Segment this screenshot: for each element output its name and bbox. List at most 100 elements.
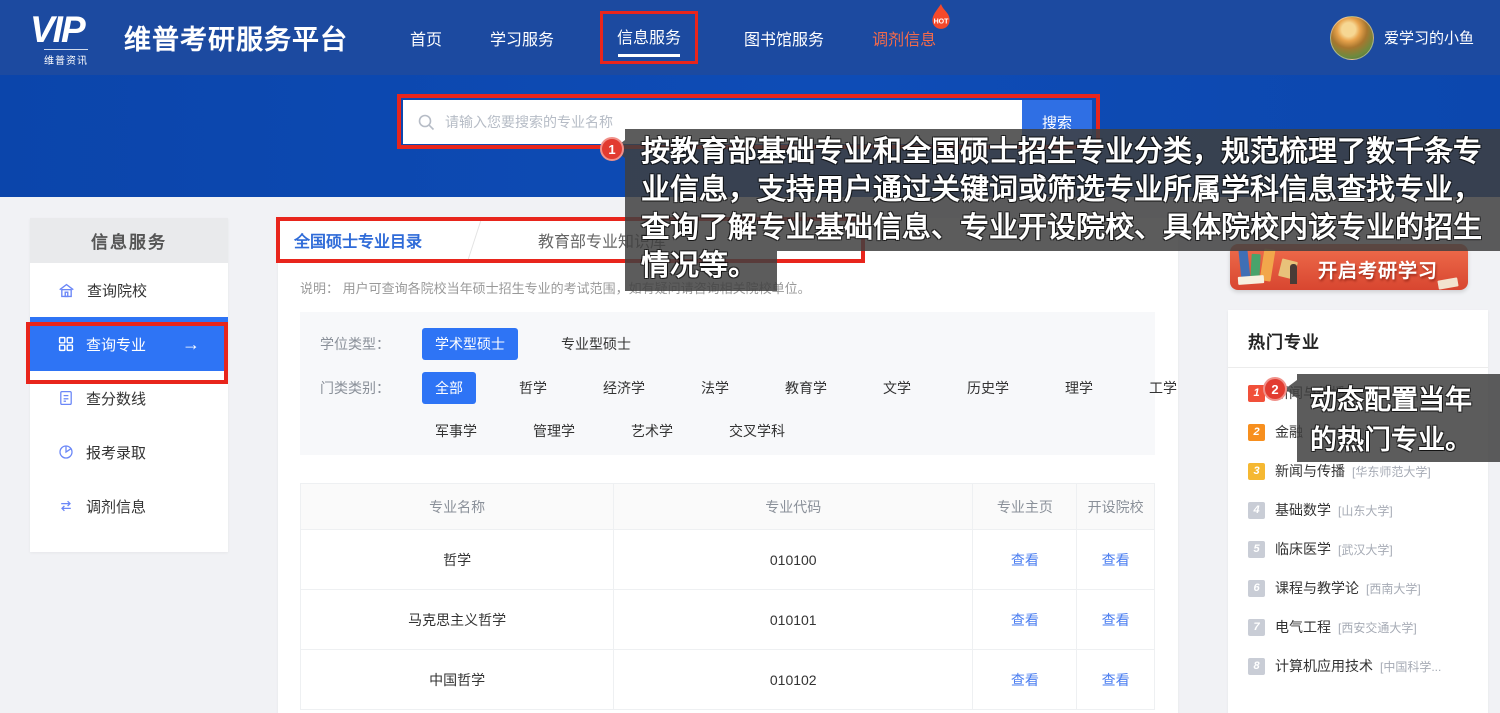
filter-category[interactable]: 理学: [1052, 372, 1106, 404]
sidebar-title: 信息服务: [30, 218, 228, 263]
rank-badge: 6: [1248, 580, 1265, 597]
annotation-tooltip-1-text: 按教育部基础专业和全国硕士招生专业分类，规范梳理了数千条专业信息，支持用户通过关…: [641, 133, 1491, 285]
annotation-badge-1: 1: [600, 137, 624, 161]
hot-major-name: 基础数学: [1275, 500, 1331, 520]
hot-major-school: [中国科学...: [1380, 658, 1441, 675]
degree-type-filter: 学位类型： 学术型硕士 专业型硕士: [320, 328, 644, 360]
filter-category-all[interactable]: 全部: [422, 372, 476, 404]
hot-major-name: 计算机应用技术: [1275, 656, 1373, 676]
filter-category[interactable]: 管理学: [520, 415, 588, 447]
nav-item-library[interactable]: 图书馆服务: [742, 20, 826, 56]
rank-badge: 3: [1248, 463, 1265, 480]
main-nav: 首页 学习服务 信息服务 图书馆服务 调剂信息 HOT: [408, 0, 938, 75]
user-account[interactable]: 爱学习的小鱼: [1330, 0, 1484, 75]
info-service-sidebar: 信息服务 查询院校 查询专业 → 查分数线 报考录取 调剂信息: [30, 218, 228, 552]
category-label: 门类类别：: [320, 378, 390, 398]
hot-major-item[interactable]: 8 计算机应用技术 [中国科学...: [1248, 655, 1468, 677]
note-label: 说明：: [300, 281, 339, 296]
major-code-cell: 010100: [613, 530, 972, 589]
view-homepage-link[interactable]: 查看: [1011, 670, 1039, 690]
sidebar-item-label: 查询专业: [86, 334, 146, 355]
rank-badge: 8: [1248, 658, 1265, 675]
major-name-cell: 中国哲学: [301, 650, 613, 709]
filter-category[interactable]: 教育学: [772, 372, 840, 404]
hot-major-name: 电气工程: [1275, 617, 1331, 637]
grid-icon: [58, 336, 74, 352]
view-schools-link[interactable]: 查看: [1102, 550, 1130, 570]
hot-major-school: [山东大学]: [1338, 502, 1393, 519]
sidebar-item-label: 查询院校: [87, 280, 147, 301]
site-logo[interactable]: VIP 维普资讯 维普考研服务平台: [30, 10, 348, 65]
nav-item-learning[interactable]: 学习服务: [488, 20, 556, 56]
table-row: 马克思主义哲学 010101 查看 查看: [301, 590, 1154, 650]
col-header-major-code: 专业代码: [613, 484, 972, 529]
rank-badge: 7: [1248, 619, 1265, 636]
filter-category[interactable]: 军事学: [422, 415, 490, 447]
svg-text:HOT: HOT: [934, 18, 950, 25]
hot-flame-icon: HOT: [930, 4, 952, 30]
filter-category[interactable]: 工学: [1136, 372, 1190, 404]
filter-category[interactable]: 哲学: [506, 372, 560, 404]
nav-item-information-label: 信息服务: [617, 30, 681, 47]
logo-sub-text: 维普资讯: [44, 49, 88, 67]
sidebar-item-admission[interactable]: 报考录取: [30, 425, 228, 479]
filter-category[interactable]: 艺术学: [618, 415, 686, 447]
hot-major-item[interactable]: 7 电气工程 [西安交通大学]: [1248, 616, 1468, 638]
nav-item-transfer-label: 调剂信息: [872, 32, 936, 49]
major-code-cell: 010102: [613, 650, 972, 709]
hot-major-school: [武汉大学]: [1338, 541, 1393, 558]
tab-national-master-catalog[interactable]: 全国硕士专业目录: [294, 228, 422, 252]
filter-professional-master[interactable]: 专业型硕士: [548, 328, 644, 360]
rank-badge: 2: [1248, 424, 1265, 441]
hot-major-item[interactable]: 6 课程与教学论 [西南大学]: [1248, 577, 1468, 599]
col-header-major-homepage: 专业主页: [972, 484, 1076, 529]
view-homepage-link[interactable]: 查看: [1011, 610, 1039, 630]
nav-item-information[interactable]: 信息服务: [600, 11, 698, 64]
sidebar-item-query-school[interactable]: 查询院校: [30, 263, 228, 317]
degree-type-label: 学位类型：: [320, 334, 390, 354]
hot-majors-panel: 热门专业 1 新闻与传播 [黑龙江大学] 2 金融 [复旦大学] 3 新闻与传播…: [1228, 310, 1488, 713]
rank-badge: 4: [1248, 502, 1265, 519]
major-name-cell: 马克思主义哲学: [301, 590, 613, 649]
filter-category[interactable]: 法学: [688, 372, 742, 404]
filter-category[interactable]: 历史学: [954, 372, 1022, 404]
hot-major-name: 课程与教学论: [1275, 578, 1359, 598]
major-name-cell: 哲学: [301, 530, 613, 589]
sidebar-item-query-major[interactable]: 查询专业 →: [30, 317, 228, 371]
sidebar-item-transfer-info[interactable]: 调剂信息: [30, 479, 228, 533]
nav-item-home[interactable]: 首页: [408, 20, 444, 56]
table-row: 中国哲学 010102 查看 查看: [301, 650, 1154, 710]
sidebar-item-score-line[interactable]: 查分数线: [30, 371, 228, 425]
transfer-arrows-icon: [58, 498, 74, 514]
hot-major-name: 新闻与传播: [1275, 461, 1345, 481]
divider: [1228, 367, 1488, 368]
sidebar-item-label: 报考录取: [86, 442, 146, 463]
user-avatar[interactable]: [1330, 16, 1374, 60]
score-document-icon: [58, 390, 74, 406]
hot-major-name: 临床医学: [1275, 539, 1331, 559]
view-schools-link[interactable]: 查看: [1102, 670, 1130, 690]
filter-category[interactable]: 经济学: [590, 372, 658, 404]
sidebar-item-label: 查分数线: [86, 388, 146, 409]
hot-major-school: [华东师范大学]: [1352, 463, 1431, 480]
major-directory-panel: 全国硕士专业目录 教育部专业知识库 说明： 用户可查询各院校当年硕士招生专业的考…: [278, 218, 1178, 713]
hot-majors-title: 热门专业: [1248, 328, 1468, 353]
view-schools-link[interactable]: 查看: [1102, 610, 1130, 630]
filter-category[interactable]: 交叉学科: [716, 415, 798, 447]
table-header-row: 专业名称 专业代码 专业主页 开设院校: [301, 484, 1154, 530]
hot-major-item[interactable]: 5 临床医学 [武汉大学]: [1248, 538, 1468, 560]
arrow-right-icon: →: [182, 334, 200, 355]
hot-major-item[interactable]: 3 新闻与传播 [华东师范大学]: [1248, 460, 1468, 482]
hot-major-school: [西南大学]: [1366, 580, 1421, 597]
hot-major-item[interactable]: 4 基础数学 [山东大学]: [1248, 499, 1468, 521]
filter-category[interactable]: 文学: [870, 372, 924, 404]
user-name: 爱学习的小鱼: [1384, 27, 1474, 48]
col-header-offering-schools: 开设院校: [1076, 484, 1154, 529]
school-icon: [58, 282, 75, 299]
col-header-major-name: 专业名称: [301, 484, 613, 529]
hot-major-school: [西安交通大学]: [1338, 619, 1417, 636]
nav-item-transfer[interactable]: 调剂信息 HOT: [870, 20, 938, 56]
view-homepage-link[interactable]: 查看: [1011, 550, 1039, 570]
site-title: 维普考研服务平台: [124, 18, 348, 57]
filter-academic-master[interactable]: 学术型硕士: [422, 328, 518, 360]
